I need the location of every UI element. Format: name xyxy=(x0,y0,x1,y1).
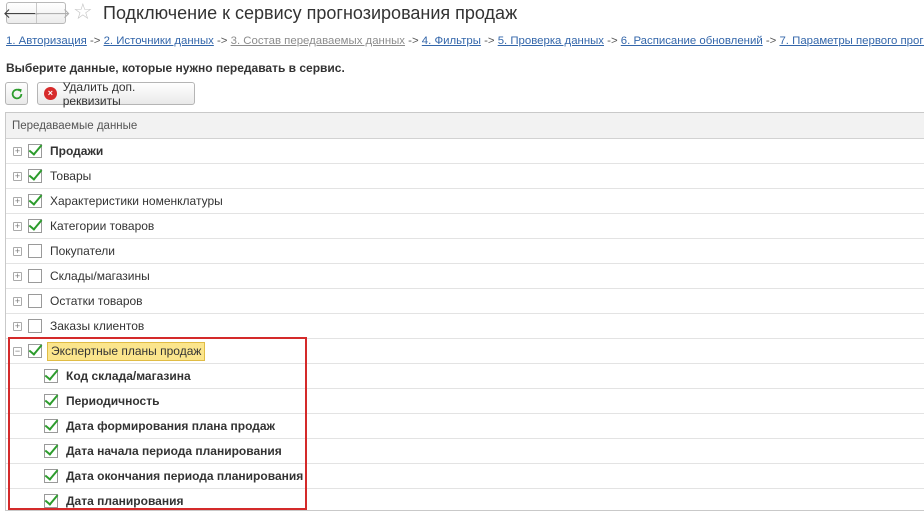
refresh-icon xyxy=(11,88,22,99)
collapse-icon[interactable]: − xyxy=(13,347,22,356)
wizard-step-1[interactable]: 1. Авторизация xyxy=(6,35,87,47)
step-separator: -> xyxy=(762,35,780,47)
expand-icon[interactable]: + xyxy=(13,272,22,281)
row-label: Остатки товаров xyxy=(50,294,143,308)
row-label: Продажи xyxy=(50,144,104,158)
step-separator: -> xyxy=(480,35,498,47)
step-separator: -> xyxy=(405,35,422,47)
page-title: Подключение к сервису прогнозирования пр… xyxy=(103,3,518,23)
expand-icon[interactable]: + xyxy=(13,322,22,331)
row-checkbox[interactable] xyxy=(44,369,58,383)
row-label: Заказы клиентов xyxy=(50,319,145,333)
tree-row[interactable]: + Покупатели xyxy=(6,239,924,264)
row-label: Характеристики номенклатуры xyxy=(50,194,223,208)
wizard-step-7[interactable]: 7. Параметры первого прогноза xyxy=(779,35,924,47)
title-bar: 🡐 🡒 ☆ Подключение к сервису прогнозирова… xyxy=(0,0,924,28)
tree-row[interactable]: Код склада/магазина xyxy=(6,364,924,389)
row-label: Товары xyxy=(50,169,92,183)
expand-icon[interactable]: + xyxy=(13,297,22,306)
row-label: Дата планирования xyxy=(66,494,184,508)
expand-icon[interactable]: + xyxy=(13,197,22,206)
step-separator: -> xyxy=(213,35,231,47)
wizard-step-3: 3. Состав передаваемых данных xyxy=(230,35,406,47)
delete-extra-attributes-button[interactable]: × Удалить доп. реквизиты xyxy=(37,79,195,108)
wizard-step-6[interactable]: 6. Расписание обновлений xyxy=(621,35,763,47)
wizard-steps-breadcrumb: 1. Авторизация -> 2. Источники данных ->… xyxy=(6,34,924,49)
tree-row[interactable]: + Характеристики номенклатуры xyxy=(6,189,924,214)
row-checkbox[interactable] xyxy=(44,419,58,433)
instruction-text: Выберите данные, которые нужно передават… xyxy=(6,61,345,75)
row-label: Дата формирования плана продаж xyxy=(66,419,276,433)
row-checkbox[interactable] xyxy=(28,144,42,158)
row-label: Склады/магазины xyxy=(50,269,150,283)
row-checkbox[interactable] xyxy=(28,244,42,258)
row-label: Периодичность xyxy=(66,394,160,408)
tree-row[interactable]: Дата формирования плана продаж xyxy=(6,414,924,439)
row-checkbox[interactable] xyxy=(44,444,58,458)
row-checkbox[interactable] xyxy=(44,394,58,408)
column-header: Передаваемые данные xyxy=(6,113,924,139)
delete-icon: × xyxy=(44,87,57,100)
wizard-step-2[interactable]: 2. Источники данных xyxy=(104,35,214,47)
tree-row[interactable]: + Остатки товаров xyxy=(6,289,924,314)
row-checkbox[interactable] xyxy=(28,319,42,333)
tree-row[interactable]: Дата окончания периода планирования xyxy=(6,464,924,489)
wizard-step-5[interactable]: 5. Проверка данных xyxy=(498,35,604,47)
row-label: Категории товаров xyxy=(50,219,155,233)
row-checkbox[interactable] xyxy=(44,494,58,508)
row-checkbox[interactable] xyxy=(28,294,42,308)
row-label: Код склада/магазина xyxy=(66,369,191,383)
row-label: Дата окончания периода планирования xyxy=(66,469,304,483)
tree-row[interactable]: + Товары xyxy=(6,164,924,189)
expand-icon[interactable]: + xyxy=(13,247,22,256)
data-tree-table: Передаваемые данные + Продажи + Товары + Хара… xyxy=(5,112,924,511)
wizard-step-4[interactable]: 4. Фильтры xyxy=(422,35,481,47)
tree-row[interactable]: − Экспертные планы продаж xyxy=(6,339,924,364)
delete-button-label: Удалить доп. реквизиты xyxy=(62,79,136,108)
tree-row[interactable]: + Склады/магазины xyxy=(6,264,924,289)
step-separator: -> xyxy=(604,35,621,47)
row-label: Экспертные планы продаж xyxy=(47,342,206,361)
tree-row[interactable]: Дата планирования xyxy=(6,489,924,510)
navigation-buttons: 🡐 🡒 xyxy=(3,2,71,24)
row-checkbox[interactable] xyxy=(28,194,42,208)
expand-icon[interactable]: + xyxy=(13,222,22,231)
row-checkbox[interactable] xyxy=(28,344,42,358)
tree-rows: + Продажи + Товары + Характеристики номенклат… xyxy=(6,139,924,510)
tree-row[interactable]: + Продажи xyxy=(6,139,924,164)
expand-icon[interactable]: + xyxy=(13,147,22,156)
refresh-button[interactable] xyxy=(5,82,28,105)
row-checkbox[interactable] xyxy=(28,269,42,283)
row-checkbox[interactable] xyxy=(28,219,42,233)
row-label: Покупатели xyxy=(50,244,115,258)
tree-row[interactable]: Периодичность xyxy=(6,389,924,414)
forward-arrow-icon[interactable]: 🡒 xyxy=(33,3,71,23)
row-checkbox[interactable] xyxy=(44,469,58,483)
tree-row[interactable]: + Категории товаров xyxy=(6,214,924,239)
step-separator: -> xyxy=(86,35,104,47)
tree-row[interactable]: Дата начала периода планирования xyxy=(6,439,924,464)
favorite-star-icon[interactable]: ☆ xyxy=(73,0,93,25)
row-label: Дата начала периода планирования xyxy=(66,444,282,458)
row-checkbox[interactable] xyxy=(28,169,42,183)
expand-icon[interactable]: + xyxy=(13,172,22,181)
tree-row[interactable]: + Заказы клиентов xyxy=(6,314,924,339)
